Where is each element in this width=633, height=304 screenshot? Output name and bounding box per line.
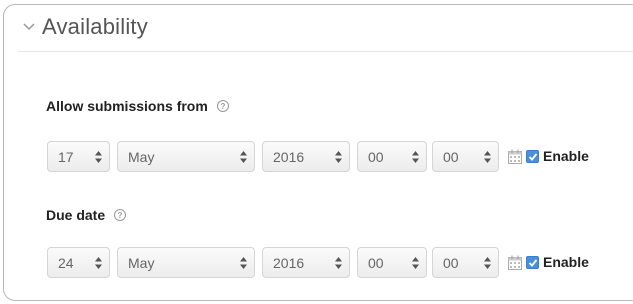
section-divider	[18, 51, 633, 52]
allow-submissions-label: Allow submissions from ?	[46, 98, 230, 114]
year-select[interactable]: 2016	[262, 247, 350, 278]
select-arrows-icon	[95, 256, 102, 269]
section-header-availability[interactable]: Availability	[22, 14, 148, 40]
chevron-down-icon[interactable]	[22, 20, 36, 34]
year-select[interactable]: 2016	[262, 141, 350, 172]
enable-checkbox[interactable]	[526, 256, 539, 269]
checkmark-icon	[528, 153, 538, 161]
select-arrows-icon	[412, 150, 419, 163]
svg-text:?: ?	[118, 211, 123, 220]
enable-checkbox[interactable]	[526, 150, 539, 163]
day-select[interactable]: 17	[47, 141, 110, 172]
minute-select[interactable]: 00	[432, 141, 499, 172]
select-arrows-icon	[95, 150, 102, 163]
enable-label[interactable]: Enable	[543, 254, 589, 270]
hour-select[interactable]: 00	[357, 247, 427, 278]
day-select[interactable]: 24	[47, 247, 110, 278]
checkmark-icon	[528, 259, 538, 267]
help-icon[interactable]: ?	[113, 208, 127, 222]
calendar-icon[interactable]	[508, 149, 522, 164]
calendar-icon[interactable]	[508, 255, 522, 270]
select-arrows-icon	[484, 256, 491, 269]
month-select[interactable]: May	[117, 247, 255, 278]
select-arrows-icon	[412, 256, 419, 269]
select-arrows-icon	[240, 150, 247, 163]
hour-select[interactable]: 00	[357, 141, 427, 172]
help-icon[interactable]: ?	[216, 99, 230, 113]
select-arrows-icon	[335, 150, 342, 163]
svg-text:?: ?	[220, 102, 225, 111]
minute-select[interactable]: 00	[432, 247, 499, 278]
enable-label[interactable]: Enable	[543, 148, 589, 164]
month-select[interactable]: May	[117, 141, 255, 172]
select-arrows-icon	[335, 256, 342, 269]
due-date-label: Due date ?	[46, 207, 127, 223]
section-title: Availability	[42, 14, 148, 39]
select-arrows-icon	[484, 150, 491, 163]
select-arrows-icon	[240, 256, 247, 269]
